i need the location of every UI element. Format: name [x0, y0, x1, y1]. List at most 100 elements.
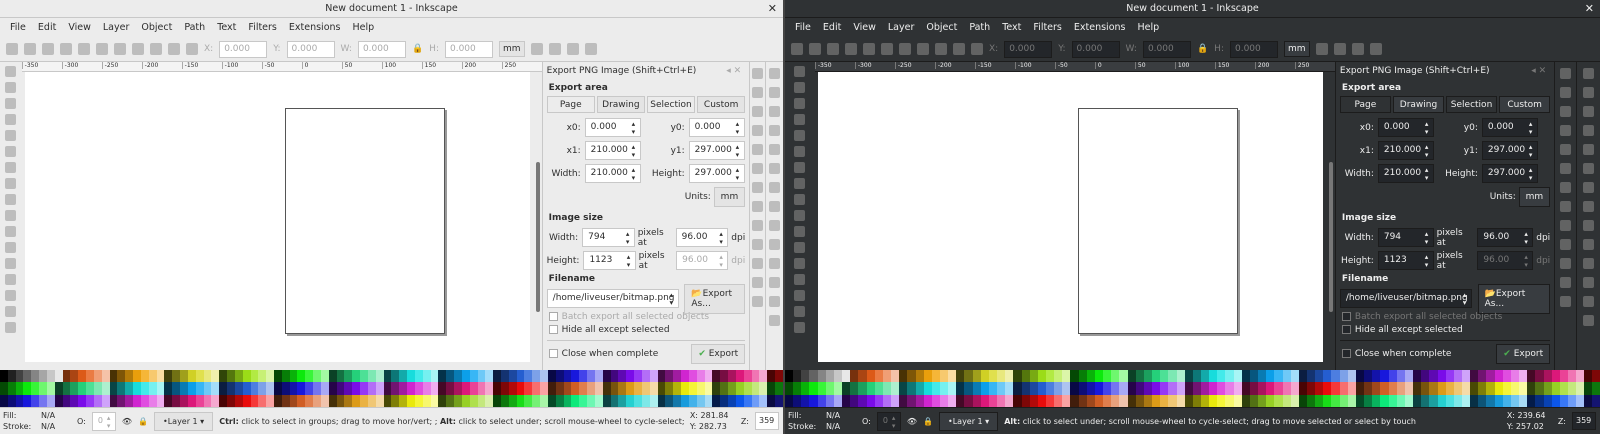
- img-height-input[interactable]: 1123: [583, 251, 636, 270]
- cut-icon[interactable]: [1560, 239, 1572, 250]
- palette-swatch[interactable]: [1421, 370, 1430, 383]
- palette-swatch[interactable]: [454, 382, 462, 395]
- palette-swatch[interactable]: [360, 394, 368, 407]
- raise-icon[interactable]: [168, 43, 180, 55]
- palette-swatch[interactable]: [1160, 370, 1169, 383]
- palette-swatch[interactable]: [1551, 370, 1560, 383]
- palette-swatch[interactable]: [997, 382, 1006, 395]
- menu-file[interactable]: File: [789, 22, 817, 33]
- palette-swatch[interactable]: [1062, 370, 1071, 383]
- undo-icon[interactable]: [1560, 182, 1572, 193]
- palette-swatch[interactable]: [1070, 394, 1079, 407]
- palette-swatch[interactable]: [1086, 370, 1095, 383]
- palette-swatch[interactable]: [1470, 394, 1479, 407]
- palette-swatch[interactable]: [297, 394, 306, 407]
- palette-swatch[interactable]: [681, 394, 689, 407]
- palette-swatch[interactable]: [1037, 370, 1046, 383]
- palette-swatch[interactable]: [446, 382, 455, 395]
- flip-h-icon[interactable]: [881, 43, 893, 55]
- y1-input[interactable]: 297.000: [1481, 141, 1538, 160]
- snap-center-icon[interactable]: [1583, 296, 1595, 307]
- palette-swatch[interactable]: [336, 382, 345, 395]
- palette-swatch[interactable]: [461, 394, 470, 407]
- palette-swatch[interactable]: [15, 370, 24, 383]
- palette-swatch[interactable]: [54, 382, 63, 395]
- palette-swatch[interactable]: [587, 394, 595, 407]
- palette-swatch[interactable]: [1502, 382, 1511, 395]
- snap-bbox-icon[interactable]: [1583, 87, 1595, 98]
- palette-swatch[interactable]: [477, 382, 486, 395]
- palette-swatch[interactable]: [980, 394, 989, 407]
- palette-swatch[interactable]: [563, 370, 572, 383]
- select-all-icon[interactable]: [6, 43, 18, 55]
- palette-swatch[interactable]: [907, 394, 916, 407]
- palette-swatch[interactable]: [281, 370, 290, 383]
- lock-icon[interactable]: 🔒: [412, 44, 423, 54]
- w-input[interactable]: 0.000: [357, 40, 406, 58]
- palette-swatch[interactable]: [1470, 382, 1479, 395]
- palette-swatch[interactable]: [454, 370, 462, 383]
- palette-swatch[interactable]: [1445, 382, 1454, 395]
- palette-swatch[interactable]: [1266, 382, 1275, 395]
- palette-swatch[interactable]: [187, 394, 196, 407]
- palette-swatch[interactable]: [712, 370, 721, 383]
- palette-swatch[interactable]: [1355, 382, 1365, 395]
- menu-edit[interactable]: Edit: [32, 22, 62, 33]
- layer-select[interactable]: •Layer 1 ▾: [153, 411, 214, 431]
- rectangle-icon[interactable]: [5, 146, 17, 157]
- palette-swatch[interactable]: [1086, 382, 1095, 395]
- palette-swatch[interactable]: [1592, 382, 1600, 395]
- palette-swatch[interactable]: [1225, 370, 1234, 383]
- spiral-icon[interactable]: [794, 210, 806, 221]
- x1-input[interactable]: 210.000: [1377, 141, 1434, 160]
- palette-swatch[interactable]: [728, 394, 736, 407]
- palette-swatch[interactable]: [101, 382, 110, 395]
- palette-swatch[interactable]: [759, 370, 768, 383]
- menu-text[interactable]: Text: [211, 22, 242, 33]
- zoom-input[interactable]: 359: [1572, 412, 1596, 430]
- palette-swatch[interactable]: [817, 394, 826, 407]
- palette-swatch[interactable]: [375, 394, 384, 407]
- snap-smooth-icon[interactable]: [1583, 239, 1595, 250]
- palette-swatch[interactable]: [641, 370, 650, 383]
- copy-icon[interactable]: [1560, 220, 1572, 231]
- paste-icon[interactable]: [1560, 258, 1572, 269]
- palette-swatch[interactable]: [956, 394, 965, 407]
- palette-swatch[interactable]: [140, 382, 149, 395]
- palette-swatch[interactable]: [1266, 394, 1275, 407]
- menu-help[interactable]: Help: [1131, 22, 1165, 33]
- palette-swatch[interactable]: [454, 394, 462, 407]
- palette-swatch[interactable]: [1282, 394, 1291, 407]
- palette-swatch[interactable]: [1323, 394, 1332, 407]
- palette-swatch[interactable]: [1396, 394, 1405, 407]
- palette-swatch[interactable]: [1217, 382, 1226, 395]
- palette-swatch[interactable]: [164, 394, 173, 407]
- palette-swatch[interactable]: [485, 382, 494, 395]
- palette-swatch[interactable]: [712, 394, 721, 407]
- palette-swatch[interactable]: [328, 370, 337, 383]
- palette-swatch[interactable]: [720, 394, 729, 407]
- palette-swatch[interactable]: [352, 370, 361, 383]
- palette-swatch[interactable]: [125, 394, 134, 407]
- palette-swatch[interactable]: [78, 394, 87, 407]
- palette-swatch[interactable]: [1135, 394, 1144, 407]
- palette-swatch[interactable]: [1094, 370, 1104, 383]
- palette-swatch[interactable]: [728, 382, 736, 395]
- palette-swatch[interactable]: [704, 382, 713, 395]
- menu-layer[interactable]: Layer: [882, 22, 921, 33]
- palette-swatch[interactable]: [133, 370, 141, 383]
- palette-swatch[interactable]: [972, 394, 981, 407]
- palette-swatch[interactable]: [657, 370, 666, 383]
- y1-input[interactable]: 297.000: [688, 141, 745, 160]
- palette-swatch[interactable]: [360, 382, 368, 395]
- opacity-input[interactable]: 0: [876, 411, 901, 431]
- deselect-icon[interactable]: [42, 43, 54, 55]
- palette-swatch[interactable]: [133, 394, 141, 407]
- palette-swatch[interactable]: [649, 382, 658, 395]
- palette-swatch[interactable]: [1258, 382, 1267, 395]
- palette-swatch[interactable]: [1241, 394, 1250, 407]
- palette-swatch[interactable]: [602, 394, 611, 407]
- palette-swatch[interactable]: [156, 394, 165, 407]
- palette-swatch[interactable]: [1094, 394, 1104, 407]
- palette-swatch[interactable]: [1519, 394, 1528, 407]
